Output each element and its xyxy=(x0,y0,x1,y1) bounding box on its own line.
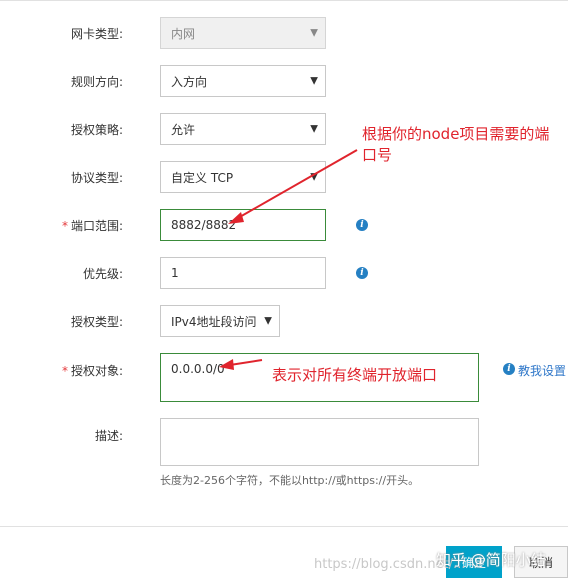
port-arrow-line xyxy=(237,149,358,219)
port-arrow-head xyxy=(228,212,244,224)
footer-divider xyxy=(0,526,568,527)
object-arrow-head xyxy=(219,359,234,370)
annotation-arrows xyxy=(219,149,358,370)
object-arrow-line xyxy=(229,359,263,366)
watermark-text: 知乎 @简阳小结 xyxy=(436,551,546,569)
